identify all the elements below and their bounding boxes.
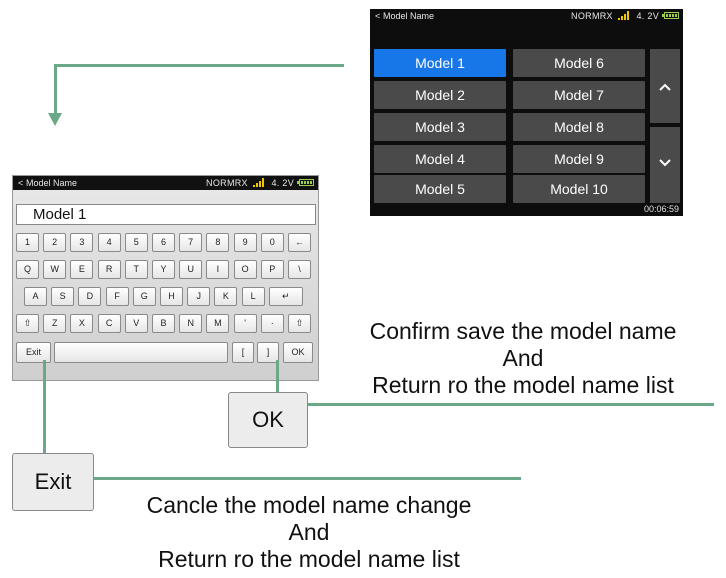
connector-line-down bbox=[54, 64, 57, 116]
key-row1-9[interactable]: 0 bbox=[260, 233, 284, 252]
key-row3-9[interactable]: ↵ bbox=[268, 287, 303, 306]
key-row4-1[interactable]: Z bbox=[43, 314, 67, 333]
key-row1-2[interactable]: 3 bbox=[70, 233, 94, 252]
key-row4-8[interactable]: ' bbox=[233, 314, 257, 333]
key-row2-5[interactable]: Y bbox=[152, 260, 175, 279]
exit-caption: Cancle the model name change And Return … bbox=[100, 492, 518, 573]
ok-caption-line-3: Return ro the model name list bbox=[372, 372, 674, 398]
ok-connector-vertical bbox=[276, 360, 279, 394]
key-row2-7[interactable]: I bbox=[206, 260, 230, 279]
model-button-3[interactable]: Model 3 bbox=[374, 113, 506, 141]
screen-title: Model Name bbox=[383, 11, 435, 21]
bracket-open-key[interactable]: [ bbox=[232, 342, 254, 363]
status-right: NORMRX 4. 2V bbox=[206, 176, 294, 190]
key-row2-10[interactable]: \ bbox=[288, 260, 311, 279]
key-row2-8[interactable]: O bbox=[233, 260, 257, 279]
key-row3-4[interactable]: G bbox=[132, 287, 156, 306]
ok-caption: Confirm save the model name And Return r… bbox=[320, 318, 726, 399]
connector-line-top bbox=[54, 64, 344, 67]
key-row3-1[interactable]: S bbox=[51, 287, 75, 306]
key-row4-2[interactable]: X bbox=[70, 314, 94, 333]
scroll-down-button[interactable] bbox=[650, 127, 680, 203]
timer-readout: 00:06:59 bbox=[643, 204, 679, 214]
key-row2-0[interactable]: Q bbox=[16, 260, 39, 279]
key-row4-0[interactable]: ⇧ bbox=[16, 314, 39, 333]
key-row2-1[interactable]: W bbox=[43, 260, 67, 279]
space-key[interactable] bbox=[54, 342, 228, 363]
exit-caption-line-2: And bbox=[288, 519, 330, 545]
chevron-up-icon bbox=[659, 83, 671, 91]
battery-icon bbox=[297, 179, 314, 186]
model-button-6[interactable]: Model 6 bbox=[513, 49, 645, 77]
model-button-8[interactable]: Model 8 bbox=[513, 113, 645, 141]
key-row4-10[interactable]: ⇧ bbox=[288, 314, 311, 333]
model-button-7[interactable]: Model 7 bbox=[513, 81, 645, 109]
ok-connector-horizontal bbox=[305, 403, 714, 406]
key-row2-2[interactable]: E bbox=[70, 260, 94, 279]
exit-connector-horizontal bbox=[93, 477, 521, 480]
exit-caption-line-1: Cancle the model name change bbox=[146, 492, 472, 518]
back-icon[interactable]: < bbox=[375, 9, 380, 23]
mode-label: NORMRX bbox=[571, 11, 613, 21]
key-row4-7[interactable]: M bbox=[206, 314, 230, 333]
key-row1-3[interactable]: 4 bbox=[97, 233, 121, 252]
status-bar: < Model Name NORMRX 4. 2V bbox=[370, 9, 683, 23]
key-row1-4[interactable]: 5 bbox=[124, 233, 148, 252]
key-row2-9[interactable]: P bbox=[260, 260, 284, 279]
ok-key[interactable]: OK bbox=[283, 342, 313, 363]
chevron-down-icon bbox=[659, 159, 671, 167]
key-row4-6[interactable]: N bbox=[179, 314, 203, 333]
model-button-2[interactable]: Model 2 bbox=[374, 81, 506, 109]
battery-icon bbox=[662, 12, 679, 19]
ok-caption-line-2: And bbox=[502, 345, 544, 371]
exit-caption-line-3: Return ro the model name list bbox=[158, 546, 460, 572]
down-arrow-icon bbox=[48, 113, 62, 126]
keyboard-status-bar: < Model Name NORMRX 4. 2V bbox=[13, 176, 318, 190]
key-row4-5[interactable]: B bbox=[152, 314, 175, 333]
key-row1-5[interactable]: 6 bbox=[152, 233, 175, 252]
key-row1-7[interactable]: 8 bbox=[206, 233, 230, 252]
voltage-label: 4. 2V bbox=[636, 11, 659, 21]
signal-icon bbox=[617, 11, 632, 20]
back-icon[interactable]: < bbox=[18, 176, 23, 190]
status-right: NORMRX 4. 2V bbox=[571, 9, 659, 23]
key-row2-6[interactable]: U bbox=[179, 260, 203, 279]
key-row1-10[interactable]: ← bbox=[288, 233, 311, 252]
model-button-10[interactable]: Model 10 bbox=[513, 175, 645, 203]
mode-label: NORMRX bbox=[206, 178, 248, 188]
key-row1-8[interactable]: 9 bbox=[233, 233, 257, 252]
key-row4-4[interactable]: V bbox=[124, 314, 148, 333]
exit-connector-vertical bbox=[43, 360, 46, 455]
key-row1-1[interactable]: 2 bbox=[43, 233, 67, 252]
key-row2-3[interactable]: R bbox=[97, 260, 121, 279]
key-row3-0[interactable]: A bbox=[24, 287, 47, 306]
key-row4-9[interactable]: · bbox=[260, 314, 284, 333]
key-row3-5[interactable]: H bbox=[160, 287, 183, 306]
voltage-label: 4. 2V bbox=[271, 178, 294, 188]
key-row2-4[interactable]: T bbox=[124, 260, 148, 279]
model-button-5[interactable]: Model 5 bbox=[374, 175, 506, 203]
ok-caption-line-1: Confirm save the model name bbox=[369, 318, 677, 344]
key-row3-6[interactable]: J bbox=[187, 287, 211, 306]
key-row3-8[interactable]: L bbox=[241, 287, 265, 306]
key-row1-0[interactable]: 1 bbox=[16, 233, 39, 252]
screen-title: Model Name bbox=[26, 178, 78, 188]
key-row3-2[interactable]: D bbox=[78, 287, 102, 306]
key-row4-3[interactable]: C bbox=[97, 314, 121, 333]
key-row3-3[interactable]: F bbox=[105, 287, 129, 306]
ok-callout-box: OK bbox=[228, 392, 308, 448]
key-row1-6[interactable]: 7 bbox=[179, 233, 203, 252]
model-name-input[interactable]: Model 1 bbox=[16, 204, 316, 225]
model-list-screen: < Model Name NORMRX 4. 2V Model 1 Model … bbox=[370, 9, 683, 216]
key-row3-7[interactable]: K bbox=[214, 287, 238, 306]
model-button-4[interactable]: Model 4 bbox=[374, 145, 506, 173]
exit-callout-box: Exit bbox=[12, 453, 94, 511]
scroll-up-button[interactable] bbox=[650, 49, 680, 123]
model-button-9[interactable]: Model 9 bbox=[513, 145, 645, 173]
keyboard-screen: < Model Name NORMRX 4. 2V Model 1 123456… bbox=[12, 175, 319, 381]
signal-icon bbox=[252, 178, 267, 187]
model-button-1[interactable]: Model 1 bbox=[374, 49, 506, 77]
